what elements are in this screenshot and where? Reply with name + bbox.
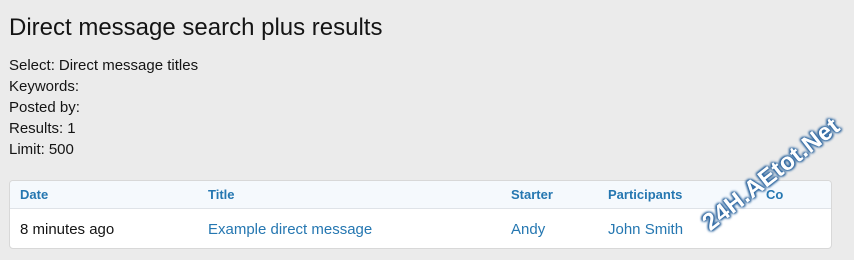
criteria-label: Keywords: (9, 78, 80, 95)
message-title-link[interactable]: Example direct message (208, 221, 372, 238)
criteria-label: Results: (9, 120, 64, 137)
criteria-limit: Limit: 500 (9, 139, 198, 160)
criteria-value: 500 (48, 141, 74, 158)
criteria-results: Results: 1 (9, 118, 198, 139)
criteria-select: Select: Direct message titles (9, 55, 198, 76)
criteria-label: Select: (9, 57, 55, 74)
starter-link[interactable]: Andy (511, 221, 545, 238)
column-header-title[interactable]: Title (208, 187, 235, 202)
criteria-label: Limit: (9, 141, 45, 158)
table-row: 8 minutes ago Example direct message And… (10, 209, 831, 248)
column-header-count[interactable]: Co (766, 187, 783, 202)
column-header-participants[interactable]: Participants (608, 187, 682, 202)
column-header-date[interactable]: Date (20, 187, 48, 202)
search-criteria: Select: Direct message titles Keywords: … (9, 55, 198, 160)
participant-link[interactable]: John Smith (608, 221, 683, 238)
cell-date: 8 minutes ago (20, 221, 115, 238)
table-header-row: Date Title Starter Participants Co (10, 181, 831, 209)
criteria-value: Direct message titles (58, 57, 199, 74)
page-title: Direct message search plus results (9, 14, 383, 41)
results-table: Date Title Starter Participants Co 8 min… (9, 180, 832, 249)
criteria-label: Posted by: (9, 99, 80, 116)
criteria-value: 1 (67, 120, 76, 137)
criteria-keywords: Keywords: (9, 76, 198, 97)
criteria-posted-by: Posted by: (9, 97, 198, 118)
column-header-starter[interactable]: Starter (511, 187, 553, 202)
